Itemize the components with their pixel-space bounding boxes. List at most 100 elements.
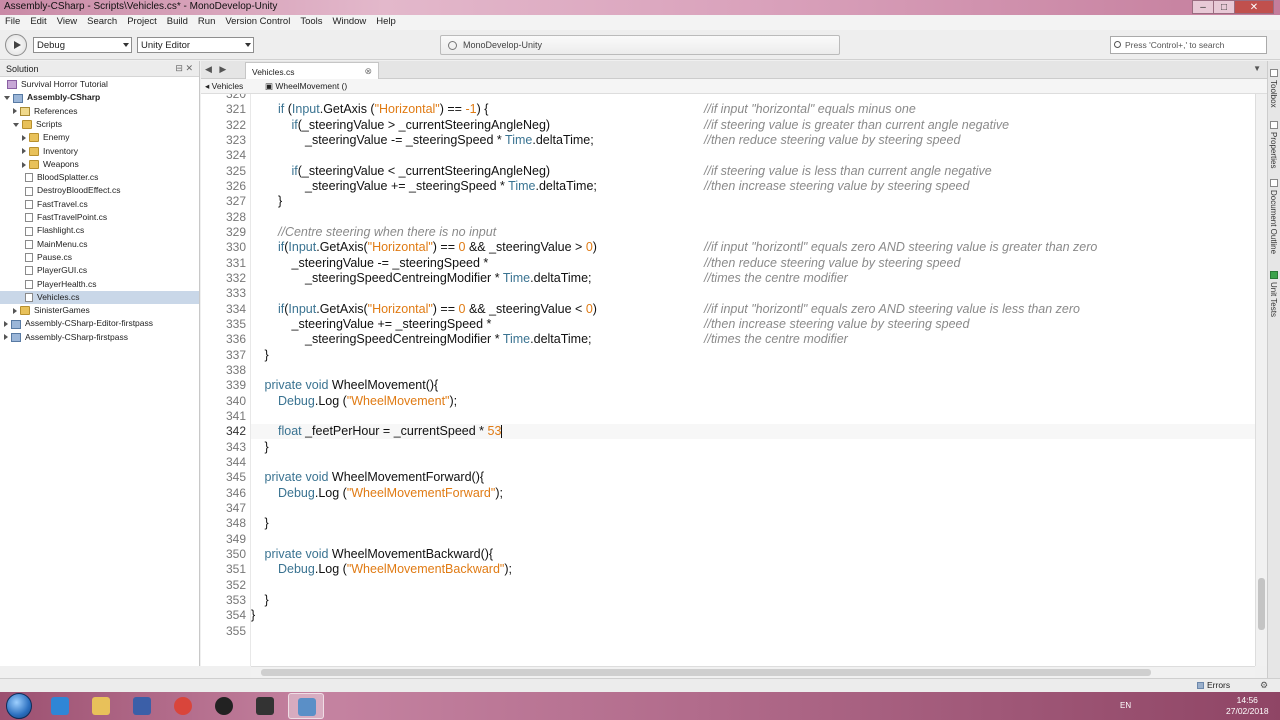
horizontal-scrollbar[interactable] xyxy=(251,666,1255,678)
code-line[interactable]: } xyxy=(251,608,255,623)
run-button[interactable] xyxy=(5,34,27,56)
chevron-down-icon[interactable] xyxy=(4,96,10,101)
code-line[interactable]: if(Input.GetAxis("Horizontal") == 0 && _… xyxy=(278,302,597,317)
code-comment[interactable]: //then increase steering value by steeri… xyxy=(704,317,969,332)
media-player-taskbar-button[interactable] xyxy=(124,693,160,719)
code-comment[interactable]: //times the centre modifier xyxy=(704,332,848,347)
dock-tab-unit-tests[interactable]: Unit Tests xyxy=(1269,282,1278,317)
close-button[interactable]: ✕ xyxy=(1234,0,1274,14)
obs-taskbar-button[interactable] xyxy=(206,693,242,719)
tree-item[interactable]: Vehicles.cs xyxy=(0,290,199,304)
code-comment[interactable]: //if input "horizontl" equals zero AND s… xyxy=(704,240,1097,255)
tree-item[interactable]: Enemy xyxy=(0,131,69,144)
tree-item[interactable]: Weapons xyxy=(0,158,79,171)
code-line[interactable]: Debug.Log ("WheelMovementBackward"); xyxy=(278,562,512,577)
tree-item[interactable]: PlayerHealth.cs xyxy=(0,278,97,291)
chevron-right-icon[interactable] xyxy=(4,334,8,341)
chevron-right-icon[interactable] xyxy=(22,134,26,141)
code-line[interactable]: float _feetPerHour = _currentSpeed * 53 xyxy=(278,424,503,439)
menu-item-tools[interactable]: Tools xyxy=(295,15,327,30)
tree-item[interactable]: Assembly-CSharp-firstpass xyxy=(0,331,128,344)
unity-taskbar-button[interactable] xyxy=(247,693,283,719)
close-tab-icon[interactable]: ⊗ xyxy=(364,66,372,77)
code-comment[interactable]: //then reduce steering value by steering… xyxy=(704,256,960,271)
code-line[interactable]: _steeringSpeedCentreingModifier * Time.d… xyxy=(305,332,592,347)
search-input[interactable]: Press 'Control+,' to search xyxy=(1110,36,1267,54)
code-line[interactable]: _steeringSpeedCentreingModifier * Time.d… xyxy=(305,271,592,286)
minimize-button[interactable]: – xyxy=(1192,0,1214,14)
code-line[interactable]: } xyxy=(265,516,269,531)
chevron-right-icon[interactable] xyxy=(13,307,17,314)
tree-item[interactable]: FastTravelPoint.cs xyxy=(0,211,107,224)
menu-item-view[interactable]: View xyxy=(52,15,82,30)
menu-item-run[interactable]: Run xyxy=(193,15,220,30)
internet-explorer-taskbar-button[interactable] xyxy=(42,693,78,719)
code-line[interactable]: if(Input.GetAxis("Horizontal") == 0 && _… xyxy=(278,240,597,255)
configuration-select[interactable]: Debug xyxy=(33,37,132,53)
pad-controls[interactable]: ⊟ ✕ xyxy=(175,63,193,74)
code-line[interactable]: } xyxy=(278,194,282,209)
dock-tab-properties[interactable]: Properties xyxy=(1269,132,1278,168)
start-button[interactable] xyxy=(6,693,32,719)
language-indicator[interactable]: EN xyxy=(1120,701,1131,710)
monodevelop-taskbar-button[interactable] xyxy=(288,693,324,719)
chevron-right-icon[interactable] xyxy=(4,321,8,328)
tree-item[interactable]: Scripts xyxy=(0,118,62,131)
code-line[interactable]: } xyxy=(265,440,269,455)
code-line[interactable]: Debug.Log ("WheelMovement"); xyxy=(278,394,457,409)
vertical-scrollbar[interactable] xyxy=(1255,94,1267,666)
tree-item[interactable]: Assembly-CSharp xyxy=(0,91,100,104)
dock-tab-document-outline[interactable]: Document Outline xyxy=(1269,190,1278,254)
menu-item-project[interactable]: Project xyxy=(122,15,162,30)
code-comment[interactable]: //then reduce steering value by steering… xyxy=(704,133,960,148)
code-comment[interactable]: //if steering value is greater than curr… xyxy=(704,118,1009,133)
chevron-right-icon[interactable] xyxy=(22,148,26,155)
chevron-down-icon[interactable] xyxy=(13,122,19,127)
code-editor[interactable]: 320 321 322 323 324 325 326 327 328 329 330 331 332 3… xyxy=(201,94,1255,666)
code-comment[interactable]: //if input "horizontl" equals zero AND s… xyxy=(704,302,1080,317)
code-line[interactable]: //Centre steering when there is no input xyxy=(278,225,496,240)
scroll-thumb[interactable] xyxy=(261,669,1151,676)
chrome-taskbar-button[interactable] xyxy=(165,693,201,719)
tree-item[interactable]: Assembly-CSharp-Editor-firstpass xyxy=(0,317,153,330)
code-line[interactable]: if(_steeringValue < _currentSteeringAngl… xyxy=(292,164,551,179)
tree-item[interactable]: DestroyBloodEffect.cs xyxy=(0,184,120,197)
code-comment[interactable]: //times the centre modifier xyxy=(704,271,848,286)
clock[interactable]: 14:56 27/02/2018 xyxy=(1226,695,1269,717)
errors-button[interactable]: Errors xyxy=(1197,680,1230,690)
menu-item-window[interactable]: Window xyxy=(328,15,372,30)
code-line[interactable]: _steeringValue += _steeringSpeed * Time.… xyxy=(305,179,597,194)
code-line[interactable]: Debug.Log ("WheelMovementForward"); xyxy=(278,486,503,501)
tree-item[interactable]: PlayerGUI.cs xyxy=(0,264,87,277)
code-comment[interactable]: //then increase steering value by steeri… xyxy=(704,179,969,194)
code-line[interactable]: } xyxy=(265,593,269,608)
tree-item[interactable]: SinisterGames xyxy=(0,304,90,317)
code-line[interactable]: if(_steeringValue > _currentSteeringAngl… xyxy=(292,118,551,133)
code-line[interactable]: _steeringValue -= _steeringSpeed * xyxy=(292,256,489,271)
menu-item-version-control[interactable]: Version Control xyxy=(220,15,295,30)
tab-vehicles-cs[interactable]: Vehicles.cs ⊗ xyxy=(245,62,379,79)
tab-list-dropdown-icon[interactable]: ▼ xyxy=(1253,64,1261,73)
code-line[interactable]: private void WheelMovement(){ xyxy=(265,378,439,393)
gear-icon[interactable]: ⚙ xyxy=(1260,680,1268,691)
menu-item-help[interactable]: Help xyxy=(371,15,401,30)
scroll-thumb[interactable] xyxy=(1258,578,1265,630)
tree-item[interactable]: References xyxy=(0,105,77,118)
code-line[interactable]: private void WheelMovementForward(){ xyxy=(265,470,485,485)
breadcrumb-method[interactable]: ▣ WheelMovement () xyxy=(265,81,347,92)
tab-nav-arrows[interactable]: ◀ ▶ xyxy=(205,64,226,75)
code-line[interactable]: _steeringValue += _steeringSpeed * xyxy=(292,317,492,332)
dock-tab-toolbox[interactable]: Toolbox xyxy=(1269,80,1278,108)
tree-item[interactable]: Pause.cs xyxy=(0,251,72,264)
chevron-right-icon[interactable] xyxy=(22,161,26,168)
target-select[interactable]: Unity Editor xyxy=(137,37,254,53)
menu-item-file[interactable]: File xyxy=(0,15,25,30)
menu-item-search[interactable]: Search xyxy=(82,15,122,30)
code-line[interactable]: } xyxy=(265,348,269,363)
menu-item-build[interactable]: Build xyxy=(162,15,193,30)
tree-item[interactable]: FastTravel.cs xyxy=(0,198,88,211)
code-line[interactable]: _steeringValue -= _steeringSpeed * Time.… xyxy=(305,133,594,148)
tree-item[interactable]: Survival Horror Tutorial xyxy=(0,78,108,91)
tree-item[interactable]: BloodSplatter.cs xyxy=(0,171,98,184)
tree-item[interactable]: MainMenu.cs xyxy=(0,238,88,251)
